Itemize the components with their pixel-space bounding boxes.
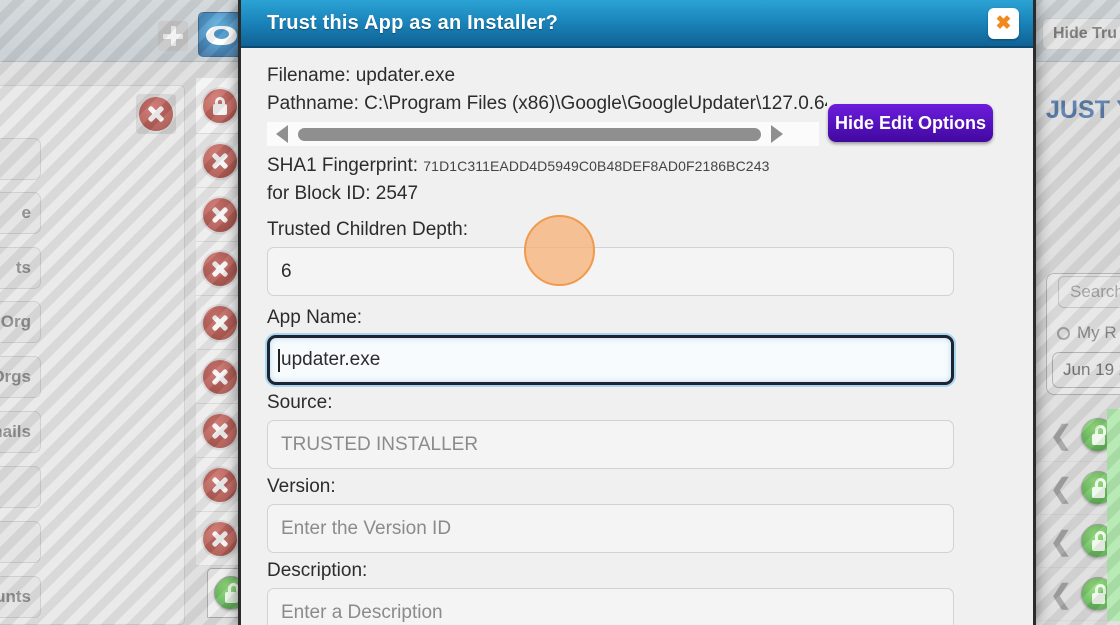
trusted-children-depth-value: 6 <box>281 261 292 283</box>
app-name-value: updater.exe <box>281 349 380 371</box>
trusted-children-depth-label: Trusted Children Depth: <box>267 219 1007 241</box>
red-x-icon <box>139 97 173 131</box>
sha1-line: SHA1 Fingerprint: 71D1C311EADD4D5949C0B4… <box>267 152 1007 180</box>
trusted-row-accent <box>1107 568 1120 621</box>
sidebar-item-8[interactable]: unts <box>0 576 41 618</box>
blocked-row[interactable] <box>196 296 244 350</box>
red-x-icon <box>203 414 237 448</box>
date-field[interactable]: Jun 19 2 <box>1052 352 1120 388</box>
search-placeholder: Search <box>1070 282 1120 302</box>
cloud-eye-icon[interactable] <box>198 12 243 57</box>
lock-body <box>1092 540 1105 551</box>
red-x-icon <box>203 306 237 340</box>
chevron-left-icon: ❮ <box>1050 475 1072 501</box>
sidebar-item-label: unts <box>0 587 31 607</box>
blocked-row[interactable] <box>196 134 244 188</box>
radio-label: My R <box>1077 323 1117 343</box>
trusted-row-accent <box>1107 462 1120 515</box>
source-input[interactable]: TRUSTED INSTALLER <box>267 420 954 469</box>
red-x-icon <box>203 144 237 178</box>
sidebar-item-label: e <box>22 203 31 223</box>
sidebar-item-5[interactable]: mails <box>0 411 41 453</box>
text-caret <box>278 349 280 372</box>
blocked-items-column <box>196 134 244 566</box>
red-lock-icon <box>203 89 237 123</box>
trusted-children-depth-input[interactable]: 6 <box>267 247 954 296</box>
hide-trusted-button[interactable]: Hide Tru <box>1042 18 1120 50</box>
scroll-right-arrow-icon[interactable] <box>771 125 783 143</box>
hide-trusted-label: Hide Tru <box>1053 25 1117 43</box>
trusted-row-accent <box>1107 409 1120 462</box>
scroll-left-arrow-icon[interactable] <box>276 125 288 143</box>
radio-icon <box>1057 327 1070 340</box>
blocked-row[interactable] <box>196 512 244 566</box>
red-x-icon <box>203 252 237 286</box>
trust-installer-dialog: Trust this App as an Installer? ✖ Hide E… <box>238 0 1036 625</box>
sidebar-item-7[interactable] <box>0 521 41 563</box>
version-label: Version: <box>267 476 1007 498</box>
dialog-body: Hide Edit Options Filename: updater.exe … <box>241 48 1033 625</box>
right-panel-heading: JUST Y <box>1046 96 1120 125</box>
filename-line: Filename: updater.exe <box>267 62 1007 90</box>
version-placeholder: Enter the Version ID <box>281 518 451 540</box>
sha1-value: 71D1C311EADD4D5949C0B48DEF8AD0F2186BC243 <box>423 158 769 174</box>
red-x-icon <box>203 468 237 502</box>
sidebar-item-0[interactable] <box>0 138 41 180</box>
sidebar-item-2[interactable]: ts <box>0 247 41 289</box>
lock-body <box>1092 487 1105 498</box>
sidebar-item-1[interactable]: e <box>0 192 41 234</box>
lock-body <box>213 104 227 115</box>
red-x-icon <box>203 522 237 556</box>
sidebar-item-label: Org <box>1 312 31 332</box>
sha1-label: SHA1 Fingerprint: <box>267 155 418 176</box>
sidebar-item-label: mails <box>0 422 31 442</box>
description-input[interactable]: Enter a Description <box>267 588 954 625</box>
search-input[interactable]: Search <box>1058 276 1120 308</box>
dialog-titlebar: Trust this App as an Installer? ✖ <box>241 0 1033 48</box>
lock-body <box>225 592 238 603</box>
panel-close-button[interactable] <box>136 94 176 134</box>
red-x-icon <box>203 360 237 394</box>
plus-icon[interactable] <box>158 21 188 51</box>
screen: e ts Org nt Orgs mails unts <box>0 0 1120 625</box>
chevron-left-icon: ❮ <box>1050 528 1072 554</box>
sidebar-item-4[interactable]: nt Orgs <box>0 356 41 398</box>
description-label: Description: <box>267 560 1007 582</box>
block-id-line: for Block ID: 2547 <box>267 180 1007 208</box>
sidebar-item-6[interactable] <box>0 466 41 508</box>
source-label: Source: <box>267 392 1007 414</box>
app-name-label: App Name: <box>267 307 1007 329</box>
app-name-input[interactable]: updater.exe <box>267 335 954 385</box>
blocked-lock-row[interactable] <box>196 78 244 134</box>
red-x-icon <box>203 198 237 232</box>
chevron-left-icon: ❮ <box>1050 581 1072 607</box>
trusted-row-accent <box>1107 515 1120 568</box>
pathname-line: Pathname: C:\Program Files (x86)\Google\… <box>267 90 827 118</box>
close-icon[interactable]: ✖ <box>988 8 1019 39</box>
sidebar-item-label: nt Orgs <box>0 367 31 387</box>
version-input[interactable]: Enter the Version ID <box>267 504 954 553</box>
blocked-row[interactable] <box>196 404 244 458</box>
sidebar-item-label: ts <box>16 258 31 278</box>
blocked-row[interactable] <box>196 188 244 242</box>
lock-body <box>1092 434 1105 445</box>
blocked-row[interactable] <box>196 350 244 404</box>
sidebar-item-3[interactable]: Org <box>0 301 41 343</box>
dialog-title: Trust this App as an Installer? <box>267 12 558 35</box>
date-value: Jun 19 2 <box>1063 360 1120 380</box>
hide-edit-options-button[interactable]: Hide Edit Options <box>828 104 993 142</box>
my-records-radio[interactable]: My R <box>1057 323 1117 343</box>
scrollbar-thumb[interactable] <box>298 128 761 141</box>
blocked-row[interactable] <box>196 458 244 512</box>
blocked-row[interactable] <box>196 242 244 296</box>
chevron-left-icon: ❮ <box>1050 422 1072 448</box>
pathname-scrollbar[interactable] <box>267 122 819 146</box>
lock-body <box>1092 593 1105 604</box>
source-placeholder: TRUSTED INSTALLER <box>281 434 478 456</box>
eye-shape <box>214 29 229 39</box>
description-placeholder: Enter a Description <box>281 602 443 624</box>
